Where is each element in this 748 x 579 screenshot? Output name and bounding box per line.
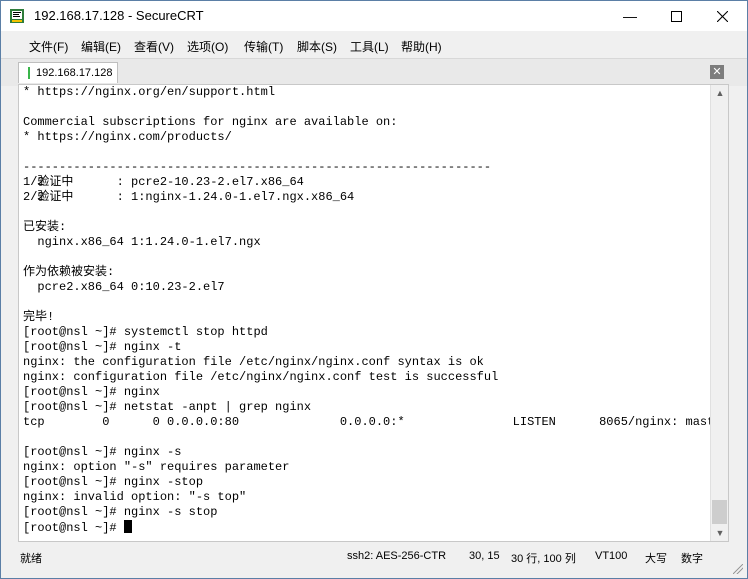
status-num: 数字 [681,553,703,565]
terminal-line: nginx: option "-s" requires parameter [23,460,290,474]
menu-options[interactable]: 选项(O) [187,38,228,55]
window-title: 192.168.17.128 - SecureCRT [34,8,204,23]
menu-view[interactable]: 查看(V) [134,38,174,55]
verify-progress-1: 1/2 [23,175,45,189]
verify-progress-2: 2/2 [23,190,45,204]
terminal-line: nginx.x86_64 1:1.24.0-1.el7.ngx [23,235,261,249]
status-ready: 就绪 [20,553,42,565]
terminal-line: [root@nsl ~]# nginx -t [23,340,182,354]
menu-file[interactable]: 文件(F) [29,38,68,55]
scroll-down-arrow-icon[interactable]: ▼ [711,525,728,541]
terminal-line: [root@nsl ~]# nginx -s stop [23,505,218,519]
menu-help[interactable]: 帮助(H) [401,38,442,55]
scroll-up-arrow-icon[interactable]: ▲ [711,85,728,101]
minimize-button[interactable]: — [607,1,653,31]
terminal-frame: * https://nginx.org/en/support.html Comm… [18,84,729,542]
terminal-line: nginx: the configuration file /etc/nginx… [23,355,484,369]
terminal-line: [root@nsl ~]# nginx -stop [23,475,204,489]
terminal-line: 作为依赖被安装: [23,265,115,279]
status-cursor-position: 30, 15 [469,550,500,562]
terminal-line: [root@nsl ~]# systemctl stop httpd [23,325,268,339]
terminal-line: * https://nginx.org/en/support.html [23,85,276,99]
close-icon: ✕ [712,66,722,78]
session-tab[interactable]: 192.168.17.128 [18,62,118,83]
menu-transfer[interactable]: 传输(T) [244,38,283,55]
title-bar[interactable]: 192.168.17.128 - SecureCRT — [1,1,747,31]
maximize-button[interactable] [653,1,699,31]
scrollbar-thumb[interactable] [712,500,727,524]
close-button[interactable] [699,1,745,31]
menu-edit[interactable]: 编辑(E) [81,38,121,55]
securecrt-window: 192.168.17.128 - SecureCRT — 文件(F) 编辑(E)… [0,0,748,579]
tab-close-button[interactable]: ✕ [710,65,724,79]
resize-grip-icon[interactable] [733,564,743,574]
terminal-line: [root@nsl ~]# netstat -anpt | grep nginx [23,400,312,414]
terminal-line: 完毕! [23,310,55,324]
status-bar: 就绪 ssh2: AES-256-CTR 30, 15 30 行, 100 列 … [1,542,747,578]
terminal-line: [root@nsl ~]# nginx -s [23,445,182,459]
close-icon [716,10,728,23]
terminal-line: pcre2.x86_64 0:10.23-2.el7 [23,280,225,294]
terminal-line: nginx: configuration file /etc/nginx/ngi… [23,370,499,384]
minimize-icon: — [623,8,637,24]
status-caps: 大写 [645,553,667,565]
status-session: ssh2: AES-256-CTR [347,550,447,562]
terminal-line: tcp 0 0 0.0.0.0:80 0.0.0.0:* LISTEN 8065… [23,415,711,429]
connected-status-icon [28,67,30,79]
terminal-line: [root@nsl ~]# nginx [23,385,160,399]
menu-tools[interactable]: 工具(L) [350,38,389,55]
securecrt-app-icon [10,9,24,23]
session-tab-bar: 192.168.17.128 ✕ [1,58,747,86]
status-rows-cols: 30 行, 100 列 [511,553,576,565]
menu-script[interactable]: 脚本(S) [297,38,337,55]
terminal-prompt-line: [root@nsl ~]# [23,520,132,535]
terminal-line: * https://nginx.com/products/ [23,130,232,144]
terminal-line: ----------------------------------------… [23,160,492,174]
terminal-scrollbar[interactable]: ▲ ▼ [710,85,728,541]
maximize-icon [670,11,682,22]
terminal-output[interactable]: * https://nginx.org/en/support.html Comm… [23,85,711,541]
terminal-line: 已安装: [23,220,67,234]
session-tab-label: 192.168.17.128 [36,67,113,79]
status-terminal-type: VT100 [595,550,628,562]
terminal-line: nginx: invalid option: "-s top" [23,490,247,504]
terminal-prompt: [root@nsl ~]# [23,521,124,535]
terminal-cursor [123,520,132,533]
menu-bar: 文件(F) 编辑(E) 查看(V) 选项(O) 传输(T) 脚本(S) 工具(L… [1,32,747,58]
terminal-line: Commercial subscriptions for nginx are a… [23,115,398,129]
